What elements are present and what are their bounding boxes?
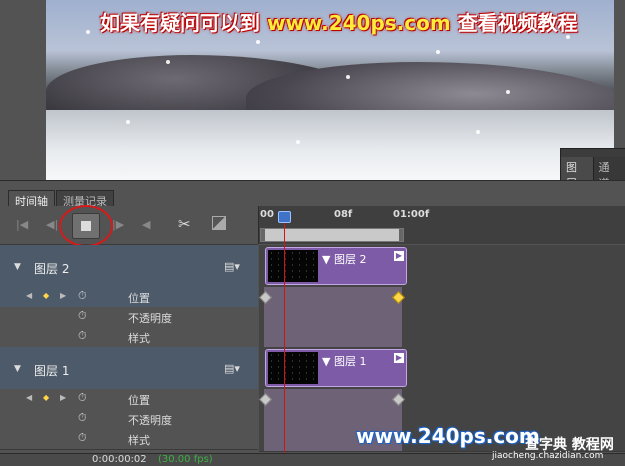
snowflake	[506, 90, 510, 94]
clip-end-icon[interactable]: ▶	[394, 353, 404, 363]
stopwatch-icon[interactable]: ⏱	[78, 411, 87, 425]
property-label: 样式	[128, 432, 150, 448]
film-menu-icon[interactable]: ▤▾	[224, 362, 240, 375]
property-track	[259, 287, 625, 308]
property-label: 样式	[128, 330, 150, 346]
clip-label: ▼ 图层 2	[322, 251, 366, 267]
watermark-site-url: jiaocheng.chazidian.com	[492, 451, 603, 461]
property-row[interactable]: ⏱ 样式	[0, 429, 258, 450]
clip-thumbnail	[268, 352, 318, 384]
ruler-tick: 00	[260, 209, 274, 220]
playhead-handle[interactable]	[278, 211, 291, 223]
clip-thumbnail	[268, 250, 318, 282]
stopwatch-icon[interactable]: ⏱	[78, 329, 87, 343]
ruler-tick: 01:00f	[393, 209, 429, 220]
expand-triangle-icon[interactable]: ▼	[14, 364, 21, 374]
playhead-line	[284, 221, 285, 465]
work-area-end-handle[interactable]	[399, 229, 403, 241]
film-menu-icon[interactable]: ▤▾	[224, 260, 240, 273]
split-clip-icon[interactable]: ✂	[178, 215, 191, 233]
property-row[interactable]: ◀ ◆ ▶ ⏱ 位置	[0, 389, 258, 410]
prev-keyframe-icon[interactable]: ◀	[26, 393, 32, 402]
snowflake	[436, 50, 440, 54]
stopwatch-icon[interactable]: ⏱	[78, 431, 87, 445]
snowflake	[346, 75, 350, 79]
property-row[interactable]: ◀ ◆ ▶ ⏱ 位置	[0, 287, 258, 308]
clip-label: ▼ 图层 1	[322, 353, 366, 369]
ruler-tick: 08f	[334, 209, 352, 220]
work-area-start-handle[interactable]	[261, 229, 265, 241]
next-keyframe-icon[interactable]: ▶	[60, 291, 66, 300]
first-frame-icon[interactable]: |◀	[16, 218, 28, 231]
stopwatch-icon[interactable]: ⏱	[78, 309, 87, 323]
property-row[interactable]: ⏱ 不透明度	[0, 409, 258, 430]
layer-row[interactable]: ▼ 图层 1 ▤▾	[0, 347, 258, 392]
stopwatch-icon[interactable]: ⏱	[78, 289, 87, 303]
stopwatch-icon[interactable]: ⏱	[78, 391, 87, 405]
frame-rate: (30.00 fps)	[158, 454, 213, 465]
snowflake	[126, 120, 130, 124]
layer-row[interactable]: ▼ 图层 2 ▤▾	[0, 245, 258, 290]
snowflake	[476, 130, 480, 134]
property-track	[259, 307, 625, 328]
next-keyframe-icon[interactable]: ▶	[60, 393, 66, 402]
property-label: 位置	[128, 290, 150, 306]
snowflake	[296, 140, 300, 144]
clip-end-icon[interactable]: ▶	[394, 251, 404, 261]
property-label: 不透明度	[128, 412, 172, 428]
watermark-prefix: 如果有疑问可以到	[100, 11, 260, 35]
property-track	[259, 327, 625, 348]
prev-keyframe-icon[interactable]: ◀	[26, 291, 32, 300]
watermark-top: 如果有疑问可以到 www.240ps.com 查看视频教程	[100, 7, 578, 36]
property-row[interactable]: ⏱ 不透明度	[0, 307, 258, 328]
property-track	[259, 389, 625, 410]
transition-icon[interactable]	[212, 216, 226, 230]
snow-field	[46, 110, 614, 180]
layer-name: 图层 1	[34, 362, 69, 379]
watermark-suffix: 查看视频教程	[458, 11, 578, 35]
watermark-url: www.240ps.com	[267, 11, 451, 35]
clip-name: 图层 2	[334, 253, 367, 266]
property-label: 位置	[128, 392, 150, 408]
layer-name: 图层 2	[34, 260, 69, 277]
previous-frame-icon[interactable]: ◀|	[46, 218, 58, 231]
video-clip[interactable]: ▼ 图层 2 ▶	[265, 247, 407, 285]
next-frame-icon[interactable]: |▶	[112, 218, 124, 231]
highlight-circle	[59, 205, 113, 247]
add-keyframe-icon[interactable]: ◆	[43, 393, 49, 402]
video-clip[interactable]: ▼ 图层 1 ▶	[265, 349, 407, 387]
clip-name: 图层 1	[334, 355, 367, 368]
snowflake	[166, 60, 170, 64]
expand-triangle-icon[interactable]: ▼	[14, 262, 21, 272]
current-timecode: 0:00:00:02	[92, 454, 147, 465]
snowflake	[86, 30, 90, 34]
snowflake	[256, 40, 260, 44]
work-area-bar[interactable]	[260, 228, 404, 242]
property-row[interactable]: ⏱ 样式	[0, 327, 258, 348]
layers-panel: 图层 通道	[560, 148, 625, 182]
watermark-bottom: www.240ps.com	[356, 424, 540, 448]
property-label: 不透明度	[128, 310, 172, 326]
audio-icon[interactable]: ◀	[142, 218, 150, 231]
add-keyframe-icon[interactable]: ◆	[43, 291, 49, 300]
